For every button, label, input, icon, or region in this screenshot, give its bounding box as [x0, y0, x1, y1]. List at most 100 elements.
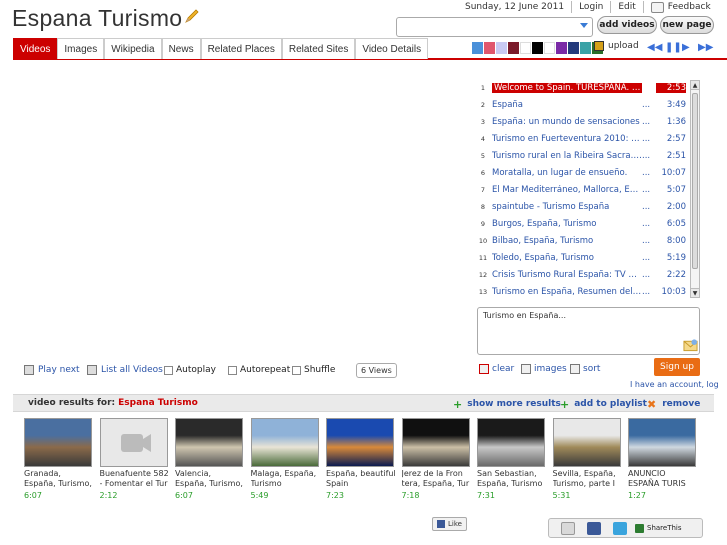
twitter-icon[interactable]: [613, 521, 627, 535]
color-swatch[interactable]: [532, 42, 543, 54]
playlist-item[interactable]: 3 España: un mundo de sensaciones... 1:36: [476, 113, 688, 130]
playlist-item[interactable]: 6 Moratalla, un lugar de ensueño.... 10:07: [476, 164, 688, 181]
playlist-item[interactable]: 5 Turismo rural en la Ribeira Sacra. Apar…: [476, 147, 688, 164]
video-thumbnail[interactable]: Granada, España, Turismo, 6:07: [24, 418, 93, 504]
upload-button[interactable]: upload: [594, 41, 639, 51]
playlist-item[interactable]: 7 El Mar Mediterráneo, Mallorca, España,.…: [476, 181, 688, 198]
sort-control[interactable]: sort: [570, 364, 600, 374]
playlist-item-duration: 6:05: [666, 218, 686, 229]
list-all-control[interactable]: List all Videos: [87, 365, 163, 375]
tab-related-places[interactable]: Related Places: [200, 38, 282, 59]
playlist-item-ellipsis: ...: [642, 218, 651, 229]
pencil-icon[interactable]: [184, 8, 200, 24]
feedback-link[interactable]: Feedback: [668, 2, 711, 12]
playlist-item[interactable]: 13 Turismo en España, Resumen del viaje..…: [476, 283, 688, 300]
scroll-up-icon[interactable]: ▲: [691, 81, 699, 90]
remove-button[interactable]: ✖ remove: [647, 395, 700, 413]
tab-images[interactable]: Images: [57, 38, 105, 59]
sharethis-button[interactable]: ShareThis: [635, 523, 682, 533]
video-thumbnail[interactable]: Malaga, España, Turismo 5:49: [250, 418, 320, 504]
facebook-icon[interactable]: [587, 521, 601, 535]
playlist-item[interactable]: 1 Welcome to Spain. TURESPAÑA. Spair 2:53: [476, 79, 688, 96]
scroll-thumb[interactable]: [692, 93, 698, 269]
color-swatch[interactable]: [556, 42, 567, 54]
login-link[interactable]: Login: [579, 2, 603, 12]
video-thumbnail[interactable]: España, beautiful Spain 7:23: [326, 418, 396, 504]
signup-button[interactable]: Sign up: [654, 358, 700, 376]
play-icon[interactable]: ▶: [682, 43, 693, 53]
rewind-icon[interactable]: ◀◀: [647, 43, 662, 53]
tab-related-sites[interactable]: Related Sites: [281, 38, 356, 59]
thumbnail-duration: 6:07: [175, 491, 193, 500]
color-swatch[interactable]: [580, 42, 591, 54]
dropdown-arrow-icon[interactable]: [580, 23, 588, 28]
color-swatch[interactable]: [568, 42, 579, 54]
playlist-item[interactable]: 4 Turismo en Fuerteventura 2010: Vacaci..…: [476, 130, 688, 147]
playlist-item-ellipsis: ...: [642, 235, 651, 246]
playlist-item-title: Turismo en Fuerteventura 2010: Vacaci: [492, 133, 642, 144]
playlist-item[interactable]: 8 spaintube - Turismo España... 2:00: [476, 198, 688, 215]
thumbnail-duration: 7:31: [477, 491, 495, 500]
color-swatch[interactable]: [508, 42, 519, 54]
images-control[interactable]: images: [521, 364, 567, 374]
pause-icon[interactable]: ❚❚: [665, 43, 682, 53]
clear-icon: [479, 364, 489, 374]
video-thumbnail[interactable]: ANUNCIO ESPAÑA TURIS 1:27: [628, 418, 697, 504]
playlist-item-ellipsis: ...: [642, 201, 651, 212]
tab-videos[interactable]: Videos: [13, 38, 58, 59]
playlist-item-number: 6: [480, 168, 486, 177]
feedback-icon[interactable]: [650, 1, 664, 13]
playlist-item[interactable]: 11 Toledo, España, Turismo... 5:19: [476, 249, 688, 266]
shuffle-checkbox[interactable]: Shuffle: [292, 365, 335, 375]
autorepeat-checkbox[interactable]: Autorepeat: [228, 365, 290, 375]
color-swatch[interactable]: [472, 42, 483, 54]
email-icon[interactable]: [561, 521, 575, 535]
color-swatch[interactable]: [484, 42, 495, 54]
autoplay-checkbox[interactable]: Autoplay: [164, 365, 216, 375]
account-link[interactable]: I have an account, log: [630, 380, 719, 389]
results-query: Espana Turismo: [118, 398, 198, 408]
show-more-button[interactable]: + show more results: [453, 395, 561, 413]
playlist-item-number: 10: [478, 236, 488, 245]
thumbnail-duration: 7:18: [401, 491, 420, 500]
playlist-item-title: El Mar Mediterráneo, Mallorca, España,: [492, 184, 642, 195]
color-swatch[interactable]: [520, 42, 531, 54]
thumbnail-duration: 2:12: [99, 491, 118, 500]
tab-wikipedia[interactable]: Wikipedia: [104, 38, 162, 59]
video-thumbnail[interactable]: Jerez de la Fron tera, España, Tur 7:18: [401, 418, 471, 504]
video-thumbnail[interactable]: San Sebastian, España, Turismo 7:31: [477, 418, 546, 504]
edit-link[interactable]: Edit: [618, 2, 635, 12]
scroll-down-icon[interactable]: ▼: [691, 288, 699, 297]
video-thumbnail[interactable]: Sevilla, España, Turismo, parte I 5:31: [552, 418, 622, 504]
color-swatch[interactable]: [496, 42, 507, 54]
thumbnail-caption: ANUNCIO ESPAÑA TURIS: [628, 469, 686, 488]
playlist-item-ellipsis: ...: [642, 150, 651, 161]
comment-field[interactable]: Turismo en España...: [477, 307, 700, 355]
video-player[interactable]: [13, 64, 468, 354]
playlist-scrollbar[interactable]: ▲ ▼: [690, 80, 700, 298]
playlist-item-number: 13: [478, 287, 488, 296]
video-thumbnail[interactable]: Valencia, España, Turismo, 6:07: [175, 418, 244, 504]
playlist-item-number: 5: [480, 151, 486, 160]
new-page-button[interactable]: new page: [660, 16, 714, 34]
add-to-playlist-button[interactable]: + add to playlist: [560, 395, 647, 413]
playlist-item[interactable]: 9 Burgos, España, Turismo... 6:05: [476, 215, 688, 232]
play-next-control[interactable]: Play next: [24, 365, 80, 375]
playlist-item-title: Turismo rural en la Ribeira Sacra. Apart: [492, 150, 642, 161]
video-thumbnail[interactable]: Buenafuente 582 - Fomentar el Tur 2:12: [99, 418, 169, 504]
add-videos-button[interactable]: add videos: [597, 16, 657, 34]
tab-video-details[interactable]: Video Details: [355, 38, 429, 59]
mail-icon[interactable]: [683, 338, 698, 352]
search-input[interactable]: [396, 17, 593, 37]
color-swatch[interactable]: [544, 42, 555, 54]
thumbnail-image: [24, 418, 92, 467]
clear-control[interactable]: clear: [479, 364, 514, 374]
thumbnail-image: [628, 418, 696, 467]
tab-news[interactable]: News: [161, 38, 201, 59]
like-button[interactable]: Like: [432, 517, 467, 531]
playlist-item-duration: 2:51: [666, 150, 686, 161]
playlist-item[interactable]: 12 Crisis Turismo Rural España: TV Castil…: [476, 266, 688, 283]
fast-forward-icon[interactable]: ▶▶: [698, 43, 713, 53]
playlist-item[interactable]: 10 Bilbao, España, Turismo... 8:00: [476, 232, 688, 249]
playlist-item[interactable]: 2 España... 3:49: [476, 96, 688, 113]
